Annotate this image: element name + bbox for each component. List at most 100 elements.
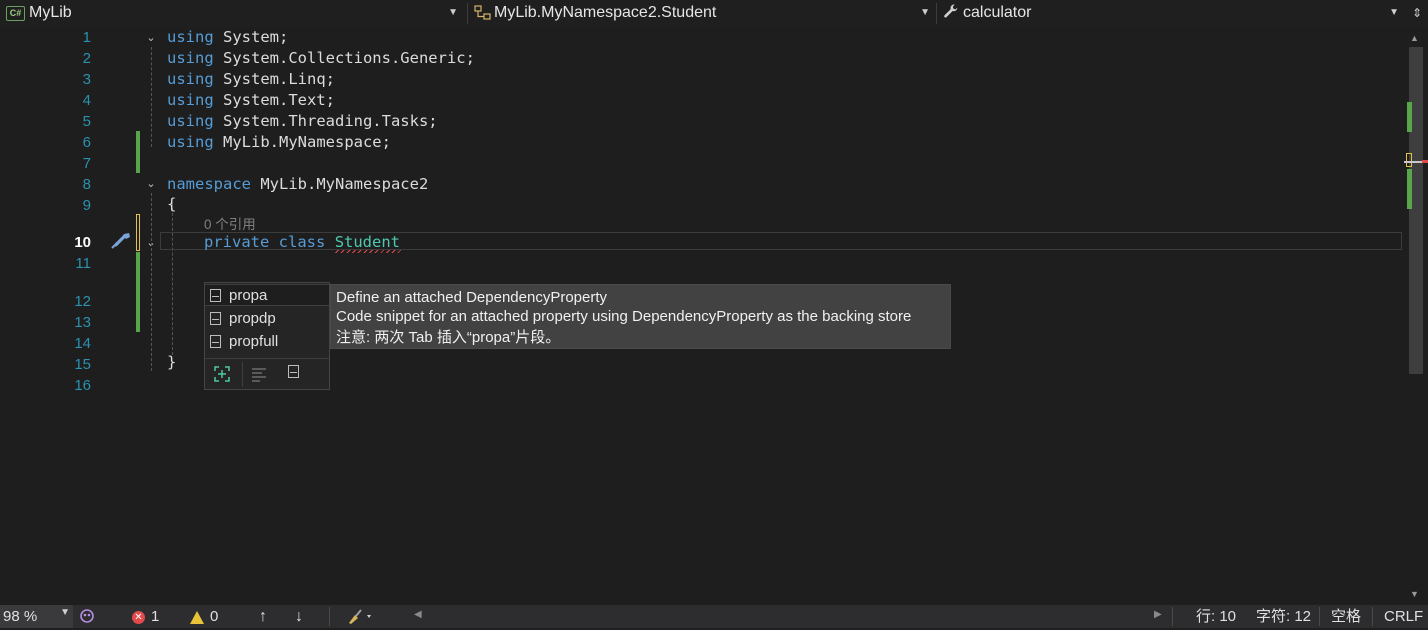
scrollbar-error-marker	[1422, 160, 1428, 163]
line-number: 15	[74, 356, 91, 373]
dropdown-arrow-icon: ▼	[60, 607, 70, 618]
completion-item-propdp[interactable]: propdp	[205, 307, 329, 329]
expand-filter-icon[interactable]	[210, 363, 234, 385]
code-line-8: namespace MyLib.MyNamespace2	[167, 175, 429, 193]
collapse-icon[interactable]: ⌄	[145, 178, 157, 190]
tooltip-title: Define an attached DependencyProperty	[336, 289, 608, 306]
dropdown-arrow-icon: ▼	[920, 7, 930, 18]
change-marker-saved	[136, 131, 140, 173]
scroll-down-icon[interactable]: ▼	[1410, 589, 1419, 599]
class-icon	[474, 5, 492, 21]
snippet-icon	[210, 288, 221, 302]
line-number: 6	[82, 134, 91, 151]
error-count-value: 1	[151, 608, 160, 625]
code-line-4: using System.Text;	[167, 91, 335, 109]
completion-list[interactable]: propa propdp propfull	[204, 282, 330, 390]
line-number: 12	[74, 293, 91, 310]
class-dropdown[interactable]: MyLib.MyNamespace2.Student ▼	[472, 2, 934, 24]
list-filter-icon[interactable]	[247, 363, 271, 385]
line-number: 1	[82, 29, 91, 46]
codelens-references[interactable]: 0 个引用	[204, 213, 256, 233]
horizontal-scrollbar[interactable]	[428, 609, 1148, 623]
code-line-6: using MyLib.MyNamespace;	[167, 133, 391, 151]
error-icon: ✕	[132, 610, 145, 624]
completion-tooltip: Define an attached DependencyProperty Co…	[330, 284, 951, 349]
class-name: MyLib.MyNamespace2.Student	[494, 4, 717, 21]
outline-guide	[151, 47, 152, 147]
scroll-up-icon[interactable]: ▲	[1410, 33, 1419, 43]
wrench-icon	[943, 3, 959, 23]
line-ending-indicator[interactable]: CRLF	[1384, 607, 1423, 626]
divider	[936, 3, 937, 24]
editor-status-bar: 98 % ▼ ✕ 1 0 ↑ ↓ ◀ ▶ 行: 10 字符: 12 空格 CRLF	[0, 605, 1428, 628]
line-number: 4	[82, 92, 91, 109]
quick-actions-screwdriver-icon[interactable]	[110, 232, 132, 250]
divider	[1319, 607, 1320, 626]
warning-count[interactable]: 0	[190, 607, 218, 626]
indent-guide	[172, 203, 173, 355]
divider	[1172, 607, 1173, 626]
csharp-project-icon: C#	[6, 5, 25, 21]
line-number-active: 10	[74, 234, 91, 251]
column-indicator[interactable]: 字符: 12	[1256, 607, 1311, 626]
line-number: 9	[82, 197, 91, 214]
collapse-icon[interactable]: ⌄	[145, 32, 157, 44]
completion-item-label: propdp	[229, 309, 276, 327]
divider	[1372, 607, 1373, 626]
error-count[interactable]: ✕ 1	[132, 607, 159, 626]
tooltip-description: Code snippet for an attached property us…	[336, 308, 912, 325]
snippet-icon	[210, 334, 221, 348]
code-line-1: using System;	[167, 28, 289, 46]
change-marker-unsaved	[136, 214, 140, 251]
vertical-scrollbar[interactable]: ▲ ▼	[1404, 27, 1428, 605]
code-line-15: }	[167, 353, 177, 371]
next-issue-icon[interactable]: ↓	[295, 607, 303, 626]
snippet-icon	[210, 311, 221, 325]
code-line-10: private class Student	[204, 233, 401, 251]
warning-icon	[190, 610, 204, 624]
line-number: 11	[75, 255, 91, 272]
change-marker-saved	[136, 252, 140, 332]
code-line-5: using System.Threading.Tasks;	[167, 112, 438, 130]
previous-issue-icon[interactable]: ↑	[259, 607, 267, 626]
line-number: 13	[74, 314, 91, 331]
zoom-level: 98 %	[3, 608, 38, 625]
divider	[329, 607, 330, 626]
completion-item-propa[interactable]: propa	[205, 284, 329, 306]
zoom-dropdown[interactable]: 98 % ▼	[0, 605, 73, 628]
divider	[242, 362, 243, 387]
code-line-2: using System.Collections.Generic;	[167, 49, 475, 67]
warning-count-value: 0	[210, 608, 219, 625]
project-name: MyLib	[29, 4, 72, 21]
whitespace-indicator[interactable]: 空格	[1331, 607, 1361, 626]
snippet-icon	[287, 365, 299, 378]
completion-filter-bar	[205, 358, 329, 390]
scrollbar-thumb[interactable]	[1409, 47, 1423, 374]
scroll-left-icon[interactable]: ◀	[414, 609, 422, 620]
outline-guide	[151, 193, 152, 371]
code-cleanup-icon[interactable]	[346, 607, 374, 626]
tooltip-note: 注意: 两次 Tab 插入“propa”片段。	[336, 329, 561, 346]
code-editor[interactable]: 1 2 3 4 5 6 7 8 9 10 11 12 13 14 15 16 ⌄…	[0, 27, 1404, 605]
completion-item-propfull[interactable]: propfull	[205, 330, 329, 352]
line-number: 5	[82, 113, 91, 130]
scrollbar-change-marker	[1406, 153, 1412, 167]
scroll-right-icon[interactable]: ▶	[1154, 609, 1162, 620]
line-number: 3	[82, 71, 91, 88]
line-number: 8	[82, 176, 91, 193]
line-number: 7	[82, 155, 91, 172]
code-line-3: using System.Linq;	[167, 70, 335, 88]
member-dropdown[interactable]: calculator ▼	[940, 2, 1403, 24]
line-indicator[interactable]: 行: 10	[1196, 607, 1236, 626]
code-line-9: {	[167, 195, 177, 213]
line-number: 2	[82, 50, 91, 67]
copilot-icon[interactable]	[78, 607, 96, 626]
project-dropdown[interactable]: C# MyLib ▼	[2, 2, 462, 24]
dropdown-arrow-icon: ▼	[448, 7, 458, 18]
split-editor-icon[interactable]: ⇕	[1410, 4, 1424, 22]
snippet-filter-icon[interactable]	[281, 363, 305, 385]
error-squiggle	[335, 250, 401, 253]
navigation-bar: C# MyLib ▼ MyLib.MyNamespace2.Student ▼ …	[0, 0, 1428, 27]
member-name: calculator	[963, 4, 1032, 21]
scrollbar-change-marker	[1407, 169, 1412, 209]
